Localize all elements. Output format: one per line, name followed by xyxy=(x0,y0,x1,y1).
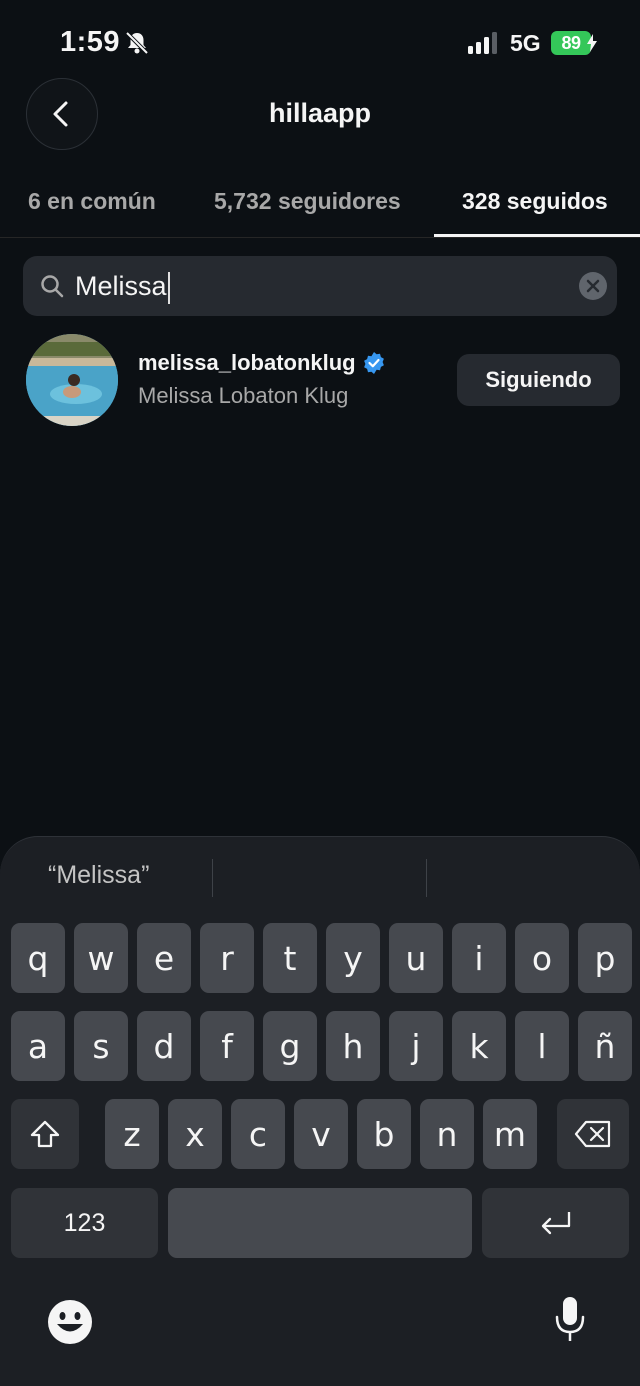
key-t[interactable]: t xyxy=(263,923,317,993)
search-input-value: Melissa xyxy=(75,271,167,301)
key-u[interactable]: u xyxy=(389,923,443,993)
key-c[interactable]: c xyxy=(231,1099,285,1169)
key-g[interactable]: g xyxy=(263,1011,317,1081)
backspace-key[interactable] xyxy=(557,1099,629,1169)
result-username-row[interactable]: melissa_lobatonklug xyxy=(138,350,386,376)
key-f[interactable]: f xyxy=(200,1011,254,1081)
key-z[interactable]: z xyxy=(105,1099,159,1169)
keyboard: “Melissa” qwertyuiop asdfghjklñ zxcvbnm … xyxy=(0,836,640,1386)
keyboard-suggestion[interactable]: “Melissa” xyxy=(48,861,149,890)
numbers-key[interactable]: 123 xyxy=(11,1188,158,1258)
suggestion-divider xyxy=(212,859,213,897)
key-w[interactable]: w xyxy=(74,923,128,993)
key-r[interactable]: r xyxy=(200,923,254,993)
key-s[interactable]: s xyxy=(74,1011,128,1081)
network-type: 5G xyxy=(510,30,541,56)
search-icon xyxy=(41,275,64,298)
key-q[interactable]: q xyxy=(11,923,65,993)
return-key[interactable] xyxy=(482,1188,629,1258)
key-l[interactable]: l xyxy=(515,1011,569,1081)
key-k[interactable]: k xyxy=(452,1011,506,1081)
avatar-image xyxy=(26,334,118,426)
shift-key[interactable] xyxy=(11,1099,79,1169)
tab-mutual[interactable]: 6 en común xyxy=(28,188,156,215)
key-j[interactable]: j xyxy=(389,1011,443,1081)
clear-icon xyxy=(586,279,600,293)
page-title: hillaapp xyxy=(268,98,371,128)
backspace-icon xyxy=(574,1120,611,1148)
clear-search-button[interactable] xyxy=(579,272,607,300)
key-v[interactable]: v xyxy=(294,1099,348,1169)
emoji-icon[interactable] xyxy=(47,1299,93,1345)
bell-slash-icon xyxy=(125,31,149,55)
key-x[interactable]: x xyxy=(168,1099,222,1169)
suggestion-divider xyxy=(426,859,427,897)
search-bar[interactable]: Melissa xyxy=(23,256,617,316)
search-input[interactable]: Melissa xyxy=(75,256,170,316)
key-b[interactable]: b xyxy=(357,1099,411,1169)
key-i[interactable]: i xyxy=(452,923,506,993)
shift-icon xyxy=(30,1120,60,1148)
space-key[interactable] xyxy=(168,1188,472,1258)
key-p[interactable]: p xyxy=(578,923,632,993)
key-y[interactable]: y xyxy=(326,923,380,993)
key-e[interactable]: e xyxy=(137,923,191,993)
following-button[interactable]: Siguiendo xyxy=(457,354,620,406)
key-ñ[interactable]: ñ xyxy=(578,1011,632,1081)
status-time: 1:59 xyxy=(60,26,121,58)
signal-bars-icon xyxy=(468,32,497,54)
avatar[interactable] xyxy=(26,334,118,426)
verified-badge-icon xyxy=(363,352,384,374)
key-o[interactable]: o xyxy=(515,923,569,993)
result-username: melissa_lobatonklug xyxy=(138,350,356,375)
key-h[interactable]: h xyxy=(326,1011,380,1081)
tab-divider xyxy=(0,237,640,238)
battery-level: 89 xyxy=(551,31,591,55)
tab-following[interactable]: 328 seguidos xyxy=(462,188,608,215)
result-full-name: Melissa Lobaton Klug xyxy=(138,383,349,408)
text-cursor xyxy=(167,271,170,304)
battery-charging-icon xyxy=(587,34,597,52)
key-d[interactable]: d xyxy=(137,1011,191,1081)
tab-followers[interactable]: 5,732 seguidores xyxy=(214,188,401,215)
key-n[interactable]: n xyxy=(420,1099,474,1169)
key-m[interactable]: m xyxy=(483,1099,537,1169)
return-icon xyxy=(541,1212,570,1235)
key-a[interactable]: a xyxy=(11,1011,65,1081)
microphone-icon[interactable] xyxy=(553,1295,587,1345)
